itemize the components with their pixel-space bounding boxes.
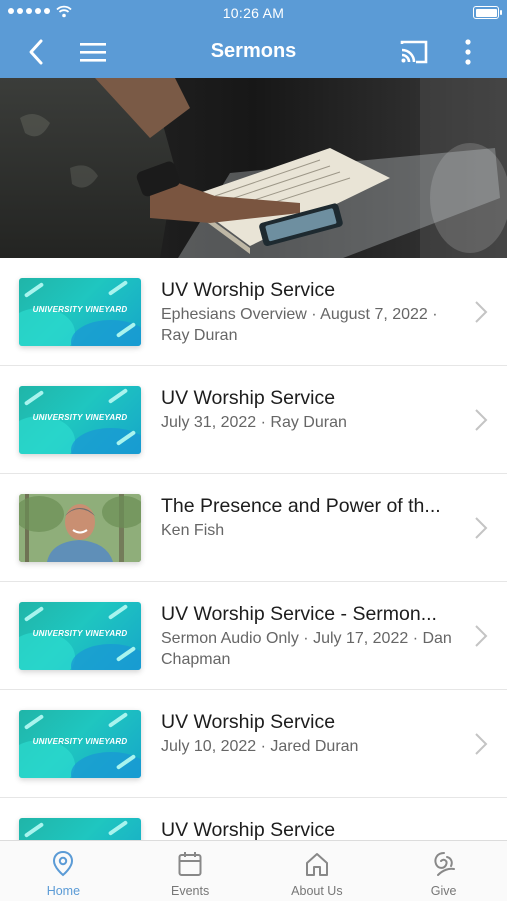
sermon-thumbnail: UNIVERSITY VINEYARD <box>19 386 141 454</box>
chevron-right-icon <box>475 625 488 647</box>
status-time: 10:26 AM <box>222 5 285 21</box>
sermon-title: The Presence and Power of th... <box>161 495 441 517</box>
home-icon <box>305 853 328 876</box>
chevron-right-icon <box>475 301 488 323</box>
status-bar: 10:26 AM <box>0 0 507 26</box>
top-bar: 10:26 AM Sermons <box>0 0 507 78</box>
chevron-right-icon <box>475 517 488 539</box>
sermon-subtitle: July 10, 2022 · Jared Duran <box>161 738 359 755</box>
chevron-right-icon <box>475 409 488 431</box>
sermon-subtitle: Ephesians Overview · August 7, 2022 · Ra… <box>161 306 438 344</box>
tab-label: Give <box>430 884 457 898</box>
sermon-title: UV Worship Service - Sermon... <box>161 603 437 625</box>
list-item[interactable]: UNIVERSITY VINEYARD UV Worship Service E… <box>0 258 507 366</box>
sermon-thumbnail: UNIVERSITY VINEYARD <box>19 818 141 840</box>
sermon-thumbnail: UNIVERSITY VINEYARD <box>19 602 141 670</box>
sermon-subtitle: July 31, 2022 · Ray Duran <box>161 414 347 431</box>
sermon-thumbnail-photo <box>19 494 141 562</box>
tab-bar: Home Events About Us Give <box>0 840 507 901</box>
chevron-right-icon <box>475 733 488 755</box>
sermon-title: UV Worship Service <box>161 387 336 409</box>
tab-about-us[interactable]: About Us <box>254 841 381 901</box>
hero-image <box>0 78 507 258</box>
sermon-subtitle: Sermon Audio Only · July 17, 2022 · Dan … <box>161 630 452 668</box>
battery-icon <box>473 6 502 19</box>
tab-home[interactable]: Home <box>0 841 127 901</box>
sermon-thumbnail: UNIVERSITY VINEYARD <box>19 278 141 346</box>
location-pin-icon <box>53 850 74 877</box>
sermon-title: UV Worship Service <box>161 279 336 301</box>
tab-label: Home <box>46 884 81 898</box>
sermon-list: UNIVERSITY VINEYARD UV Worship Service E… <box>0 258 507 840</box>
list-item[interactable]: The Presence and Power of th... Ken Fish <box>0 474 507 582</box>
give-icon <box>434 852 455 876</box>
list-item[interactable]: UNIVERSITY VINEYARD UV Worship Service <box>0 798 507 840</box>
list-item[interactable]: UNIVERSITY VINEYARD UV Worship Service -… <box>0 582 507 690</box>
more-options-icon[interactable] <box>452 36 484 68</box>
tab-label: Events <box>171 884 210 898</box>
list-item[interactable]: UNIVERSITY VINEYARD UV Worship Service J… <box>0 366 507 474</box>
calendar-icon <box>178 852 202 876</box>
list-item[interactable]: UNIVERSITY VINEYARD UV Worship Service J… <box>0 690 507 798</box>
sermon-subtitle: Ken Fish <box>161 522 225 539</box>
cast-icon[interactable] <box>398 36 430 68</box>
tab-give[interactable]: Give <box>380 841 507 901</box>
nav-bar: Sermons <box>0 26 507 78</box>
tab-label: About Us <box>291 884 343 898</box>
sermon-thumbnail: UNIVERSITY VINEYARD <box>19 710 141 778</box>
sermon-title: UV Worship Service <box>161 819 336 840</box>
page-title: Sermons <box>210 40 297 62</box>
sermon-title: UV Worship Service <box>161 711 336 733</box>
tab-events[interactable]: Events <box>127 841 254 901</box>
